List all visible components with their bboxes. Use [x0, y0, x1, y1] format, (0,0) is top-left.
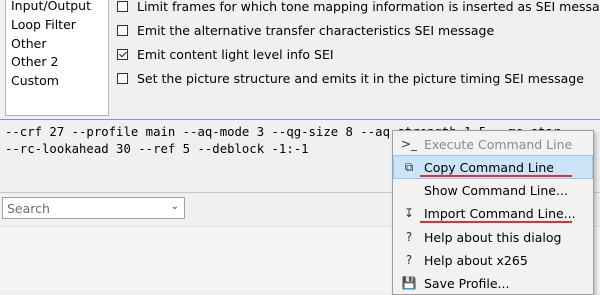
copy-icon: ⧉ [404, 159, 414, 174]
command-line-text-2: --rc-lookahead 30 --ref 5 --deblock -1:-… [5, 142, 309, 156]
content-light-checkbox[interactable] [117, 49, 128, 60]
picture-structure-checkbox[interactable] [117, 73, 128, 84]
menu-item-help-dialog[interactable]: ? Help about this dialog [394, 226, 592, 248]
option-tone-mapping[interactable]: Limit frames for which tone mapping info… [117, 0, 600, 14]
annotation-underline-copy [420, 175, 572, 177]
category-other[interactable]: Other [11, 36, 47, 51]
menu-item-label: Show Command Line... [424, 182, 568, 198]
menu-item-save-profile[interactable]: 💾 Save Profile... [394, 272, 592, 294]
tone-mapping-checkbox[interactable] [117, 1, 128, 12]
menu-item-label: Import Command Line... [424, 205, 576, 221]
alt-transfer-checkbox[interactable] [117, 25, 128, 36]
search-input[interactable]: Search ⌄ [2, 197, 185, 219]
menu-item-label: Help about x265 [424, 252, 528, 268]
option-picture-structure[interactable]: Set the picture structure and emits it i… [117, 71, 584, 86]
search-placeholder: Search [7, 201, 50, 216]
menu-item-label: Execute Command Line [424, 136, 573, 152]
annotation-underline-import [420, 221, 572, 223]
category-list[interactable]: Input/Output Loop Filter Other Other 2 C… [5, 0, 109, 116]
category-custom[interactable]: Custom [11, 73, 59, 88]
chevron-down-icon[interactable]: ⌄ [171, 201, 179, 212]
picture-structure-label: Set the picture structure and emits it i… [137, 71, 584, 86]
import-icon: ↧ [403, 206, 415, 220]
category-input-output[interactable]: Input/Output [11, 0, 91, 13]
execute-icon: >_ [400, 137, 418, 151]
menu-item-label: Help about this dialog [424, 229, 562, 245]
save-icon: 💾 [401, 276, 417, 290]
tone-mapping-label: Limit frames for which tone mapping info… [137, 0, 600, 14]
category-other-2[interactable]: Other 2 [11, 54, 58, 69]
menu-item-label: Copy Command Line [424, 159, 554, 175]
menu-item-show-command-line[interactable]: Show Command Line... [394, 179, 592, 201]
menu-item-execute-command-line[interactable]: >_ Execute Command Line [394, 133, 592, 155]
help-icon: ? [405, 253, 413, 267]
menu-item-help-x265[interactable]: ? Help about x265 [394, 249, 592, 271]
content-light-label: Emit content light level info SEI [137, 47, 334, 62]
option-alt-transfer[interactable]: Emit the alternative transfer characteri… [117, 23, 494, 38]
option-content-light[interactable]: Emit content light level info SEI [117, 47, 334, 62]
category-loop-filter[interactable]: Loop Filter [11, 17, 76, 32]
context-menu[interactable]: >_ Execute Command Line ⧉ Copy Command L… [392, 130, 594, 295]
menu-item-label: Save Profile... [424, 275, 510, 291]
help-icon: ? [405, 230, 413, 244]
alt-transfer-label: Emit the alternative transfer characteri… [137, 23, 495, 38]
